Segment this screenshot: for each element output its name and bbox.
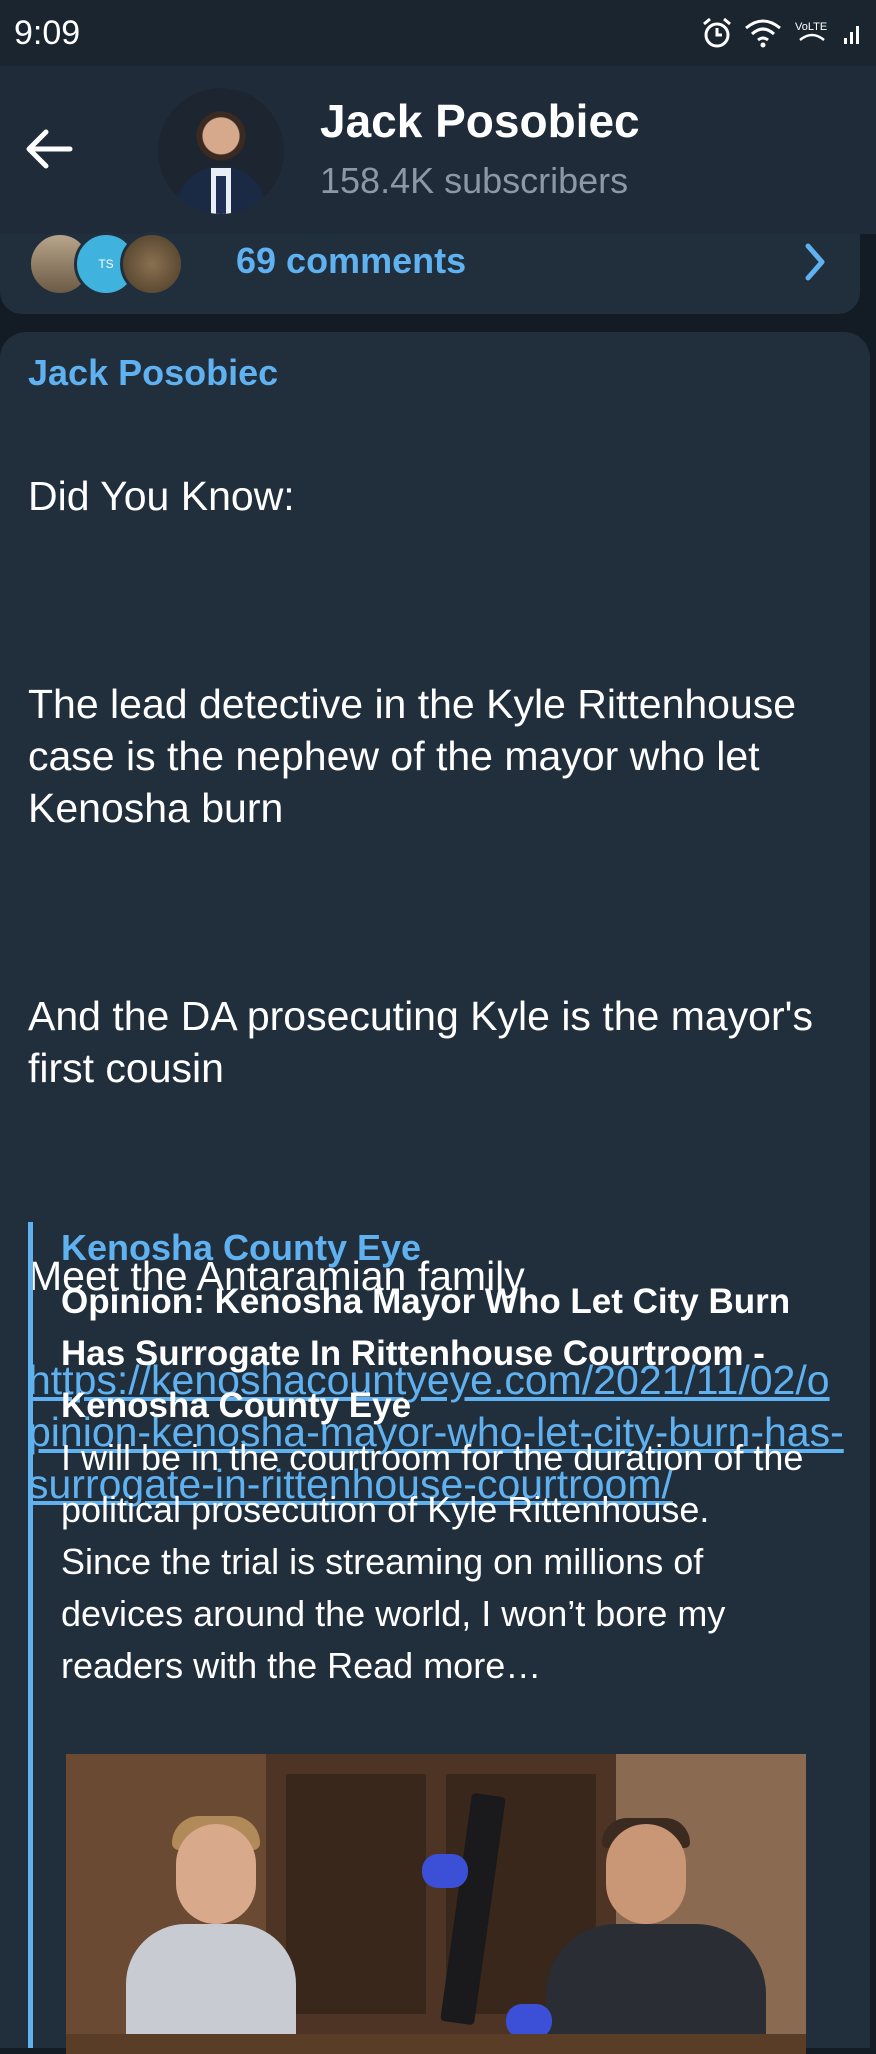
channel-header: Jack Posobiec 158.4K subscribers <box>0 66 876 234</box>
chevron-right-icon[interactable] <box>800 240 830 284</box>
preview-site-name: Kenosha County Eye <box>61 1227 422 1268</box>
preview-image[interactable] <box>66 1754 806 2054</box>
status-time: 9:09 <box>14 13 81 52</box>
link-preview[interactable]: Kenosha County Eye Opinion: Kenosha Mayo… <box>28 1222 808 2054</box>
commenter-initials: TS <box>98 257 114 271</box>
alarm-icon <box>703 17 731 48</box>
commenter-avatars: TS <box>28 232 208 296</box>
message-bubble: Jack Posobiec Did You Know: The lead det… <box>0 332 870 2054</box>
message-paragraph: The lead detective in the Kyle Rittenhou… <box>28 681 797 831</box>
svg-text:VoLTE: VoLTE <box>795 21 827 33</box>
back-arrow-icon[interactable] <box>20 124 80 174</box>
commenter-avatar <box>120 232 184 296</box>
previous-post-footer: TS 69 comments <box>0 232 860 314</box>
volte-icon: VoLTE <box>795 21 827 41</box>
preview-title: Opinion: Kenosha Mayor Who Let City Burn… <box>61 1282 791 1425</box>
subscriber-count: 158.4K subscribers <box>320 160 629 201</box>
comments-link[interactable]: 69 comments <box>236 234 466 288</box>
message-author[interactable]: Jack Posobiec <box>28 352 278 394</box>
wifi-icon <box>745 19 781 48</box>
signal-icon <box>844 26 859 44</box>
channel-avatar[interactable] <box>158 88 284 214</box>
message-paragraph: And the DA prosecuting Kyle is the mayor… <box>28 993 813 1091</box>
status-icons: VoLTE <box>700 16 862 50</box>
channel-name[interactable]: Jack Posobiec <box>320 94 640 148</box>
status-bar: 9:09 VoLTE <box>0 0 876 66</box>
preview-description: I will be in the courtroom for the durat… <box>61 1437 804 1686</box>
message-line: Did You Know: <box>28 473 295 519</box>
